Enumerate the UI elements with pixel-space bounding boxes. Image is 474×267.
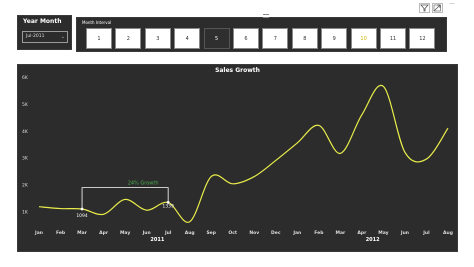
month-button-row: 1 2 3 4 5 6 7 8 9 10 11 12 <box>86 28 441 50</box>
chart-title: Sales Growth <box>215 67 260 74</box>
year-month-dropdown[interactable]: Jul-2011 ⌄ <box>22 31 68 43</box>
x-tick-label: Sep <box>206 230 216 236</box>
filter-icon[interactable] <box>419 3 430 13</box>
x-tick-label: Nov <box>249 230 259 236</box>
focus-mode-icon[interactable] <box>432 3 443 13</box>
chevron-down-icon[interactable]: ⌄ <box>61 32 65 42</box>
x-tick-label: Mar <box>336 230 347 236</box>
month-button-2[interactable]: 2 <box>115 28 142 49</box>
month-button-1[interactable]: 1 <box>86 28 112 49</box>
growth-bracket <box>81 187 169 210</box>
y-tick-label: 4K <box>22 129 29 135</box>
month-button-12[interactable]: 12 <box>409 28 436 49</box>
x-tick-label: Jun <box>400 230 409 236</box>
x-tick-label: Feb <box>56 230 66 236</box>
month-button-9[interactable]: 9 <box>321 28 348 49</box>
y-tick-label: 2K <box>22 183 29 189</box>
more-options-icon[interactable]: ... <box>446 0 458 9</box>
x-tick-label: May <box>120 230 130 236</box>
slicer-title: Year Month <box>23 18 62 25</box>
dropdown-value: Jul-2011 <box>26 34 45 39</box>
y-tick-label: 3K <box>22 156 29 162</box>
month-button-6[interactable]: 6 <box>233 28 259 49</box>
x-tick-label: Feb <box>314 230 324 236</box>
sales-series-line <box>38 84 449 223</box>
bracket-start-point <box>80 207 84 211</box>
drag-handle-icon[interactable] <box>263 14 269 18</box>
y-tick-label: 1K <box>22 210 29 216</box>
month-button-10[interactable]: 10 <box>350 28 377 49</box>
month-button-5[interactable]: 5 <box>203 28 230 49</box>
growth-annotation: 24% Growth <box>128 181 159 187</box>
x-tick-label: Aug <box>443 230 453 236</box>
line-chart-svg: 1K 2K 3K 4K 5K 6K Jan Feb Mar Apr May Jun Jul Aug Sep O… <box>22 75 453 243</box>
month-button-11[interactable]: 11 <box>380 28 406 49</box>
data-label-start: 1094 <box>76 213 88 219</box>
year-label: 2011 <box>150 237 164 243</box>
month-interval-slicer: Month Interval 1 2 3 4 5 6 7 8 9 10 11 12 <box>76 17 447 52</box>
x-tick-label: Dec <box>271 230 281 236</box>
y-tick-label: 6K <box>22 75 29 81</box>
x-tick-label: May <box>378 230 388 236</box>
y-tick-label: 5K <box>22 102 29 108</box>
x-tick-label: Apr <box>99 230 109 236</box>
x-tick-label: Apr <box>357 230 367 236</box>
year-label: 2012 <box>366 237 380 243</box>
month-button-8[interactable]: 8 <box>291 28 318 49</box>
x-tick-label: Jul <box>164 230 172 236</box>
x-tick-label: Mar <box>77 230 88 236</box>
x-tick-label: Jun <box>142 230 151 236</box>
month-button-7[interactable]: 7 <box>262 28 289 49</box>
data-label-end: 1339 <box>162 203 174 209</box>
month-button-4[interactable]: 4 <box>174 28 201 49</box>
sales-growth-chart: 1K 2K 3K 4K 5K 6K Jan Feb Mar Apr May Jun Jul Aug Sep O… <box>17 64 458 252</box>
x-tick-label: Oct <box>228 230 237 236</box>
x-tick-label: Jan <box>34 230 43 236</box>
year-month-slicer: Year Month Jul-2011 ⌄ <box>17 15 72 50</box>
month-interval-title: Month Interval <box>82 20 112 25</box>
x-tick-label: Jan <box>292 230 301 236</box>
month-button-3[interactable]: 3 <box>144 28 171 49</box>
x-tick-label: Jul <box>422 230 430 236</box>
bracket-end-point <box>166 201 170 204</box>
x-tick-label: Aug <box>185 230 195 236</box>
